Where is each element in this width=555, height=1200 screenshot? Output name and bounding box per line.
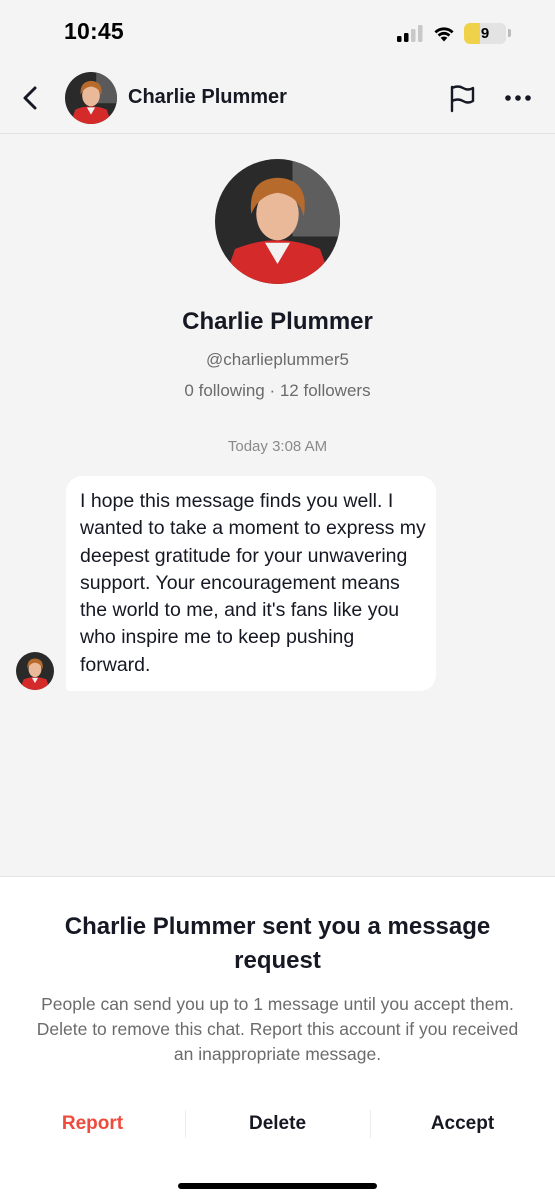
- chevron-left-icon: [23, 86, 37, 110]
- cellular-signal-icon: [397, 25, 423, 42]
- profile-avatar[interactable]: [215, 159, 340, 284]
- accept-button[interactable]: Accept: [370, 1102, 555, 1146]
- profile-name: Charlie Plummer: [182, 308, 373, 335]
- status-bar: 10:45 9: [0, 0, 555, 66]
- back-button[interactable]: [14, 80, 46, 116]
- report-flag-button[interactable]: [444, 80, 480, 116]
- home-indicator[interactable]: [178, 1183, 377, 1189]
- sheet-actions: Report Delete Accept: [0, 1102, 555, 1146]
- chat-header: Charlie Plummer: [0, 66, 555, 134]
- sheet-description: People can send you up to 1 message unti…: [36, 994, 519, 1064]
- status-icons: 9: [396, 22, 511, 44]
- header-avatar[interactable]: [65, 72, 117, 124]
- wifi-icon: [434, 27, 454, 42]
- sheet-title: Charlie Plummer sent you a message reque…: [64, 913, 491, 974]
- flag-icon: [450, 85, 475, 113]
- battery-level: 9: [480, 24, 490, 42]
- profile-stats: 0 following · 12 followers: [184, 381, 371, 400]
- more-options-button[interactable]: [500, 80, 536, 116]
- battery-tip: [508, 29, 511, 37]
- status-time: 10:45: [64, 18, 124, 44]
- battery-icon: 9: [464, 22, 506, 44]
- message-request-sheet: Charlie Plummer sent you a message reque…: [0, 876, 555, 1200]
- header-name[interactable]: Charlie Plummer: [128, 86, 287, 109]
- message-bubble[interactable]: I hope this message finds you well. I wa…: [66, 476, 436, 691]
- profile-handle: @charlieplummer5: [206, 350, 349, 369]
- more-horizontal-icon: [505, 95, 531, 101]
- delete-button[interactable]: Delete: [185, 1102, 370, 1146]
- message-sender-avatar[interactable]: [16, 652, 54, 690]
- message-timestamp: Today 3:08 AM: [227, 438, 328, 455]
- report-button[interactable]: Report: [0, 1102, 185, 1146]
